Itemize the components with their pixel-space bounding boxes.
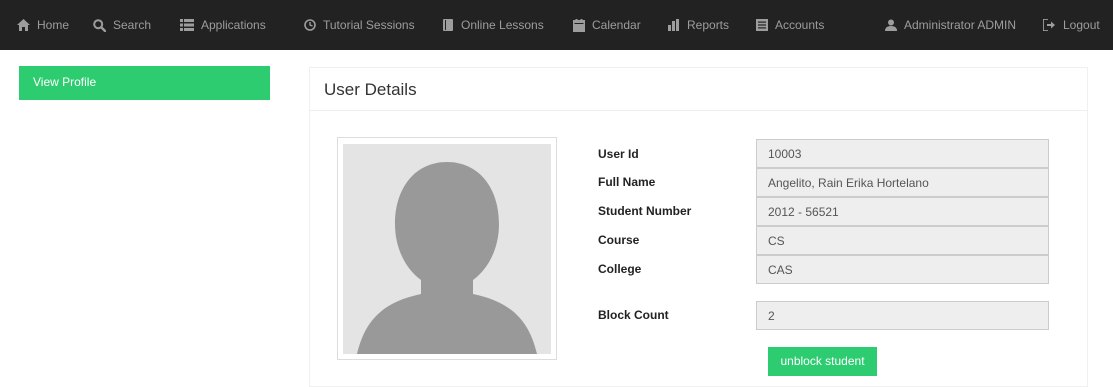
student-number-label: Student Number (598, 204, 692, 218)
list-icon (180, 19, 194, 31)
course-label: Course (598, 233, 640, 247)
full-name-label: Full Name (598, 175, 656, 189)
course-field: CS (756, 226, 1049, 255)
nav-applications[interactable]: Applications (180, 0, 266, 50)
clock-icon (304, 19, 316, 31)
student-number-field: 2012 - 56521 (756, 197, 1049, 226)
college-field: CAS (756, 255, 1049, 284)
unblock-student-button[interactable]: unblock student (768, 347, 877, 376)
user-id-field: 10003 (756, 139, 1049, 168)
page-title: User Details (324, 80, 417, 99)
nav-accounts-label: Accounts (775, 18, 825, 32)
nav-home[interactable]: Home (17, 0, 69, 50)
nav-tutorial-sessions[interactable]: Tutorial Sessions (304, 0, 415, 50)
logout-icon (1043, 19, 1055, 31)
block-count-label: Block Count (598, 308, 669, 322)
nav-search-label: Search (113, 18, 152, 32)
panel-heading: User Details (310, 68, 1087, 111)
nav-tutorial-sessions-label: Tutorial Sessions (323, 18, 415, 32)
avatar-placeholder-icon (343, 144, 551, 354)
bar-chart-icon (668, 19, 679, 31)
nav-online-lessons[interactable]: Online Lessons (443, 0, 544, 50)
user-id-label: User Id (598, 147, 639, 161)
nav-user-label: Administrator ADMIN (904, 18, 1017, 32)
user-icon (885, 19, 897, 31)
calendar-icon (573, 18, 585, 32)
nav-accounts[interactable]: Accounts (756, 0, 824, 50)
nav-reports[interactable]: Reports (668, 0, 729, 50)
search-icon (93, 18, 106, 32)
nav-search[interactable]: Search (93, 0, 151, 50)
block-count-field: 2 (756, 301, 1049, 330)
book-icon (443, 18, 453, 31)
nav-applications-label: Applications (201, 18, 266, 32)
college-label: College (598, 262, 642, 276)
top-navbar: Home Search Applications Tutorial Sessio… (0, 0, 1113, 50)
nav-logout-label: Logout (1063, 18, 1100, 32)
nav-calendar[interactable]: Calendar (573, 0, 641, 50)
home-icon (17, 19, 30, 31)
nav-logout[interactable]: Logout (1043, 0, 1100, 50)
view-profile-button[interactable]: View Profile (19, 66, 270, 100)
nav-user[interactable]: Administrator ADMIN (885, 0, 1016, 50)
nav-reports-label: Reports (687, 18, 730, 32)
nav-home-label: Home (37, 18, 70, 32)
full-name-field: Angelito, Rain Erika Hortelano (756, 168, 1049, 197)
list-alt-icon (756, 19, 768, 31)
nav-calendar-label: Calendar (592, 18, 641, 32)
nav-online-lessons-label: Online Lessons (461, 18, 544, 32)
profile-photo-frame (337, 137, 557, 360)
